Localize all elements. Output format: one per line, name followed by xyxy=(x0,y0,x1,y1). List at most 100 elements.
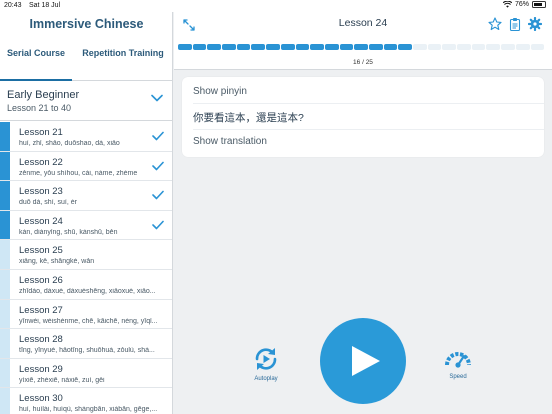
lesson-words: zhīdào, dàxué, dàxuéshēng, xiǎoxué, xiǎo… xyxy=(19,287,156,295)
check-icon xyxy=(152,161,164,170)
lesson-words: yīnwèi, wèishénme, chē, kāichē, néng, yī… xyxy=(19,317,158,325)
tab-repetition-training[interactable]: Repetition Training xyxy=(74,41,172,81)
play-icon xyxy=(352,346,380,376)
lesson-title: Lesson 29 xyxy=(19,363,63,375)
level-range: Lesson 21 to 40 xyxy=(7,103,72,113)
sentence-card: Show pinyin 你要看這本，還是這本? Show translation xyxy=(182,77,544,157)
lesson-title: Lesson 22 xyxy=(19,156,63,168)
lesson-status-bar xyxy=(0,388,10,414)
lesson-header: Lesson 24 xyxy=(174,12,552,40)
progress-segment xyxy=(178,44,192,50)
progress-segment xyxy=(310,44,324,50)
lesson-title: Lesson 28 xyxy=(19,334,63,346)
progress-counter: 16 / 25 xyxy=(353,59,373,66)
show-pinyin-button[interactable]: Show pinyin xyxy=(193,86,247,97)
lesson-item[interactable]: Lesson 24 kàn, diànyǐng, shū, kànshū, běn xyxy=(0,210,172,241)
lesson-status-bar xyxy=(0,240,10,269)
lesson-words: yìxiē, zhèxiē, nàxiē, zuì, gěi xyxy=(19,376,105,384)
progress-segment xyxy=(295,44,310,50)
lesson-status-bar xyxy=(0,329,10,358)
autoplay-label: Autoplay xyxy=(254,376,278,382)
lesson-item[interactable]: Lesson 26 zhīdào, dàxué, dàxuéshēng, xiǎo… xyxy=(0,269,172,300)
check-icon xyxy=(152,131,164,141)
progress-segment xyxy=(339,44,354,50)
course-tabs: Serial Course Repetition Training xyxy=(0,41,172,81)
sidebar: Immersive Chinese Serial Course Repetiti… xyxy=(0,12,173,414)
lesson-words: huì, zhǐ, shǎo, duōshao, dà, xiǎo xyxy=(19,140,120,147)
divider xyxy=(193,103,544,104)
speed-button[interactable]: Speed xyxy=(440,346,476,380)
progress-segment xyxy=(324,44,339,50)
lesson-item[interactable]: Lesson 30 huì, huílái, huíqù, shàngbān, x… xyxy=(0,388,172,414)
lesson-status-bar xyxy=(0,181,10,210)
lesson-words: tīng, yīnyuè, hǎotīng, shuōhuà, zǒulù, s… xyxy=(19,347,155,355)
status-right: 76% xyxy=(502,1,546,8)
progress-segment xyxy=(530,44,545,50)
progress-segment xyxy=(383,44,398,50)
status-bar: 20:43 Sat 18 Jul 76% xyxy=(0,0,552,12)
level-selector[interactable]: Early Beginner Lesson 21 to 40 xyxy=(0,81,172,121)
progress-segment xyxy=(471,44,486,50)
lesson-status-bar xyxy=(0,122,10,151)
wifi-icon xyxy=(502,1,512,8)
progress-segment xyxy=(222,44,236,50)
play-button[interactable] xyxy=(320,318,406,404)
show-translation-button[interactable]: Show translation xyxy=(193,136,267,147)
battery-fill xyxy=(534,3,542,6)
lesson-words: kàn, diànyǐng, shū, kànshū, běn xyxy=(19,228,118,236)
progress-segment xyxy=(442,44,457,50)
gear-icon[interactable] xyxy=(527,16,543,32)
progress-segment xyxy=(236,44,251,50)
progress-segment xyxy=(251,44,266,50)
status-time: 20:43 xyxy=(4,2,22,9)
lesson-item[interactable]: Lesson 28 tīng, yīnyuè, hǎotīng, shuōhuà,… xyxy=(0,329,172,359)
lesson-status-bar xyxy=(0,299,10,329)
playback-controls: Autoplay Speed xyxy=(174,310,552,414)
lesson-title: Lesson 23 xyxy=(19,186,63,198)
progress-segment xyxy=(501,44,515,50)
lesson-title: Lesson 24 xyxy=(19,215,63,227)
lesson-words: huì, huílái, huíqù, shàngbān, xiàbān, gē… xyxy=(19,406,158,414)
progress-segment xyxy=(457,44,471,50)
progress-segment xyxy=(280,44,295,50)
lesson-status-bar xyxy=(0,210,10,240)
battery-icon xyxy=(532,1,546,8)
lesson-words: xiǎng, kě, shāngkè, wǎn xyxy=(19,258,95,266)
progress-segment xyxy=(515,44,530,50)
chevron-down-icon xyxy=(151,94,163,102)
progress-area: 16 / 25 xyxy=(174,40,552,70)
lesson-words: duō dà, shì, suì, ér xyxy=(19,199,77,207)
lesson-item[interactable]: Lesson 29 yìxiē, zhèxiē, nàxiē, zuì, gěi xyxy=(0,358,172,389)
header-actions xyxy=(488,16,543,32)
level-name: Early Beginner xyxy=(7,89,80,101)
lesson-status-bar xyxy=(0,358,10,388)
lesson-title: Lesson 27 xyxy=(19,304,63,316)
lesson-item[interactable]: Lesson 23 duō dà, shì, suì, ér xyxy=(0,181,172,211)
progress-segment xyxy=(413,44,427,50)
lesson-list: Lesson 21 huì, zhǐ, shǎo, duōshao, dà, xi… xyxy=(0,122,172,414)
star-icon[interactable] xyxy=(488,17,502,31)
status-date: Sat 18 Jul xyxy=(29,2,61,9)
progress-segment xyxy=(192,44,207,50)
lesson-title: Lesson 26 xyxy=(19,274,63,286)
speedometer-icon xyxy=(445,352,471,368)
app-title: Immersive Chinese xyxy=(29,17,144,31)
lesson-item[interactable]: Lesson 27 yīnwèi, wèishénme, chē, kāichē,… xyxy=(0,299,172,330)
lesson-status-bar xyxy=(0,151,10,181)
check-icon xyxy=(152,220,164,230)
lesson-status-bar xyxy=(0,269,10,299)
tab-serial-course[interactable]: Serial Course xyxy=(0,41,72,81)
lesson-item[interactable]: Lesson 22 zěnme, yǒu shíhou, cái, nàme, z… xyxy=(0,151,172,182)
lesson-item[interactable]: Lesson 21 huì, zhǐ, shǎo, duōshao, dà, xi… xyxy=(0,122,172,152)
clipboard-icon[interactable] xyxy=(508,17,522,32)
battery-percent: 76% xyxy=(514,1,529,8)
divider xyxy=(193,129,544,130)
progress-segment xyxy=(368,44,383,50)
lesson-item[interactable]: Lesson 25 xiǎng, kě, shāngkè, wǎn xyxy=(0,240,172,270)
lesson-title: Lesson 21 xyxy=(19,127,63,138)
progress-segment xyxy=(398,44,412,50)
autoplay-icon xyxy=(255,348,277,370)
progress-bar xyxy=(178,44,545,50)
autoplay-button[interactable]: Autoplay xyxy=(248,344,284,382)
speed-label: Speed xyxy=(449,374,467,380)
